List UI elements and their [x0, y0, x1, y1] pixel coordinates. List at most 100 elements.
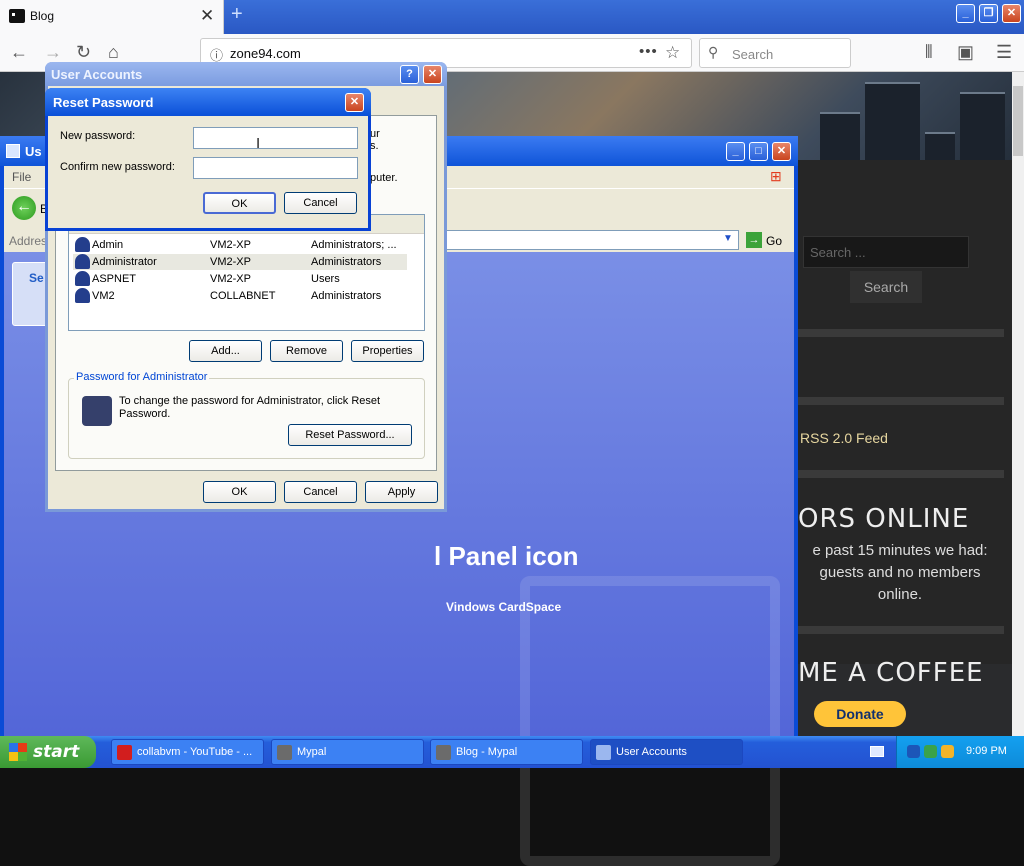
mypal-icon — [436, 745, 451, 760]
address-dropdown-icon[interactable]: ▼ — [723, 233, 733, 244]
network-icon[interactable] — [907, 745, 920, 758]
shield-icon[interactable] — [924, 745, 937, 758]
taskbar-item[interactable]: Mypal — [271, 739, 424, 765]
visitors-text: e past 15 minutes we had: guests and no … — [812, 542, 988, 603]
start-label: start — [33, 742, 80, 762]
control-panel-title: Us — [25, 144, 42, 159]
confirm-password-label: Confirm new password: — [60, 161, 175, 173]
windows-flag-icon — [9, 743, 27, 761]
taskbar-item[interactable]: User Accounts — [590, 739, 743, 765]
sidebar-divider — [797, 329, 1004, 337]
taskbar-item[interactable]: collabvm - YouTube - ... — [111, 739, 264, 765]
password-group-label: Password for Administrator — [74, 371, 210, 383]
clock: 9:09 PM — [966, 745, 1007, 757]
password-user-icon — [82, 396, 112, 426]
coffee-heading: ME A COFFEE — [798, 658, 984, 688]
description-fragment: ur s. — [370, 128, 380, 152]
help-button[interactable]: ? — [400, 65, 419, 84]
address-label: Addres — [9, 234, 48, 248]
table-row[interactable]: ASPNET VM2-XP Users — [73, 271, 407, 287]
sidebar-search-button[interactable]: Search — [850, 271, 922, 303]
rp-ok-button[interactable]: OK — [203, 192, 276, 214]
sidebar-divider — [797, 470, 1004, 478]
add-user-button[interactable]: Add... — [189, 340, 262, 362]
menu-file[interactable]: File — [12, 170, 31, 184]
user-accounts-icon — [596, 745, 611, 760]
mypal-icon — [277, 745, 292, 760]
rss-feed-link[interactable]: RSS 2.0 Feed — [800, 430, 888, 446]
new-password-field[interactable] — [193, 127, 358, 149]
taskbar-item[interactable]: Blog - Mypal — [430, 739, 583, 765]
ok-button[interactable]: OK — [203, 481, 276, 503]
sidebar-icon[interactable]: ▣ — [957, 42, 974, 63]
user-icon — [75, 254, 90, 269]
reset-password-title: Reset Password — [53, 95, 154, 110]
scrollbar-thumb[interactable] — [1013, 86, 1023, 156]
home-icon[interactable]: ⌂ — [108, 42, 119, 63]
window-close-button[interactable]: ✕ — [1002, 4, 1021, 23]
maximize-button[interactable]: ❐ — [979, 4, 998, 23]
password-instructions: To change the password for Administrator… — [119, 395, 381, 420]
table-row[interactable]: VM2 COLLABNET Administrators — [73, 288, 407, 304]
visitors-heading: ORS ONLINE — [798, 504, 970, 534]
table-row[interactable]: Administrator VM2-XP Administrators — [73, 254, 407, 270]
back-button-icon[interactable]: ← — [12, 196, 36, 220]
bookmark-star-icon[interactable]: ☆ — [665, 43, 680, 63]
rp-cancel-button[interactable]: Cancel — [284, 192, 357, 214]
search-icon: ⚲ — [708, 44, 719, 60]
start-button[interactable]: start — [0, 736, 96, 768]
confirm-password-field[interactable] — [193, 157, 358, 179]
address-input[interactable] — [444, 230, 739, 250]
search-placeholder: Search — [732, 47, 774, 62]
sidebar-divider — [797, 626, 1004, 634]
cp-heading: l Panel icon — [434, 541, 579, 571]
ua-close-button[interactable]: ✕ — [423, 65, 442, 84]
apply-button[interactable]: Apply — [365, 481, 438, 503]
cp-maximize-button[interactable]: □ — [749, 142, 768, 161]
keyboard-icon[interactable] — [870, 746, 884, 757]
page-actions-icon[interactable]: ••• — [639, 43, 658, 60]
browser-tab-blog[interactable]: Blog ✕ — [0, 0, 224, 34]
remove-user-button[interactable]: Remove — [270, 340, 343, 362]
url-text[interactable]: zone94.com — [230, 46, 301, 61]
properties-button[interactable]: Properties — [351, 340, 424, 362]
text-cursor-icon: I — [256, 135, 261, 152]
control-panel-icon — [6, 144, 20, 158]
go-label[interactable]: Go — [766, 234, 782, 248]
user-icon — [75, 237, 90, 252]
browser-search-box[interactable]: ⚲ Search — [699, 38, 851, 68]
library-icon[interactable]: ⫴ — [925, 42, 933, 63]
cancel-button[interactable]: Cancel — [284, 481, 357, 503]
menu-icon[interactable]: ☰ — [996, 42, 1012, 63]
cardspace-link[interactable]: Vindows CardSpace — [446, 600, 561, 614]
youtube-icon — [117, 745, 132, 760]
search-icon[interactable] — [941, 745, 954, 758]
user-accounts-titlebar[interactable]: User Accounts — [45, 62, 447, 86]
tab-close-icon[interactable]: ✕ — [200, 6, 214, 26]
reload-icon[interactable]: ↻ — [76, 42, 91, 63]
task-pane-label: Se — [29, 271, 44, 285]
forward-arrow-icon[interactable]: → — [44, 42, 62, 63]
cp-close-button[interactable]: ✕ — [772, 142, 791, 161]
new-password-label: New password: — [60, 130, 136, 142]
cp-minimize-button[interactable]: _ — [726, 142, 745, 161]
rp-close-button[interactable]: ✕ — [345, 93, 364, 112]
table-row[interactable]: Admin VM2-XP Administrators; ... — [73, 237, 407, 253]
go-arrow-icon[interactable]: → — [746, 232, 762, 248]
checkmark-watermark — [520, 576, 780, 866]
user-icon — [75, 271, 90, 286]
reset-password-button[interactable]: Reset Password... — [288, 424, 412, 446]
new-tab-button[interactable]: + — [231, 3, 243, 26]
windows-logo-icon: ⊞ — [770, 168, 782, 184]
user-icon — [75, 288, 90, 303]
sidebar-search-input[interactable]: Search ... — [803, 236, 969, 268]
back-arrow-icon[interactable]: ← — [10, 42, 28, 63]
tab-title: Blog — [30, 9, 55, 23]
users-list[interactable]: Admin VM2-XP Administrators; ... Adminis… — [68, 214, 425, 331]
reset-password-titlebar[interactable]: Reset Password — [45, 88, 371, 116]
user-accounts-title: User Accounts — [51, 67, 143, 82]
page-scrollbar[interactable] — [1012, 72, 1024, 736]
minimize-button[interactable]: _ — [956, 4, 975, 23]
sidebar-divider — [797, 397, 1004, 405]
donate-button[interactable]: Donate — [814, 701, 906, 727]
